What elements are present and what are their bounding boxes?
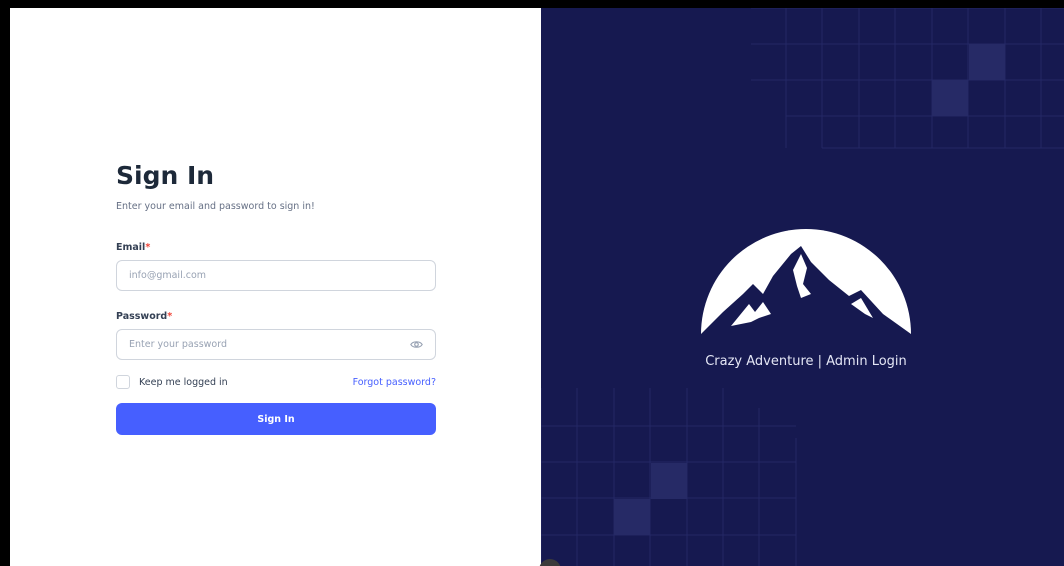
email-field[interactable] [117, 261, 399, 290]
grid-cell [969, 44, 1005, 80]
grid-cell [932, 80, 968, 116]
email-field-box [116, 260, 436, 291]
brand-panel: Crazy Adventure | Admin Login [541, 8, 1064, 566]
page-title: Sign In [116, 161, 215, 190]
brand-text: Crazy Adventure | Admin Login [705, 354, 907, 369]
keep-logged-in: Keep me logged in [116, 375, 228, 389]
email-group: Email* [116, 235, 436, 291]
signin-panel: Sign In Enter your email and password to… [10, 8, 541, 566]
email-label: Email* [116, 242, 150, 253]
password-label: Password* [116, 311, 172, 322]
signin-button[interactable]: Sign In [116, 403, 436, 435]
keep-logged-in-label[interactable]: Keep me logged in [139, 377, 228, 388]
signin-form: Sign In Enter your email and password to… [116, 161, 436, 435]
grid-cell [651, 463, 687, 499]
keep-logged-in-checkbox[interactable] [116, 375, 130, 389]
login-page: Sign In Enter your email and password to… [10, 8, 1064, 566]
grid-cell [614, 499, 650, 535]
required-mark: * [167, 311, 173, 322]
options-row: Keep me logged in Forgot password? [116, 374, 436, 390]
email-label-text: Email [116, 242, 146, 253]
password-field-box [116, 329, 436, 360]
password-label-text: Password [116, 311, 168, 322]
password-field[interactable] [117, 330, 399, 359]
forgot-password-link[interactable]: Forgot password? [353, 377, 436, 388]
mountain-logo-icon [701, 229, 911, 334]
eye-icon[interactable] [410, 338, 423, 351]
page-subtitle: Enter your email and password to sign in… [116, 201, 315, 212]
password-group: Password* [116, 304, 436, 360]
required-mark: * [145, 242, 151, 253]
